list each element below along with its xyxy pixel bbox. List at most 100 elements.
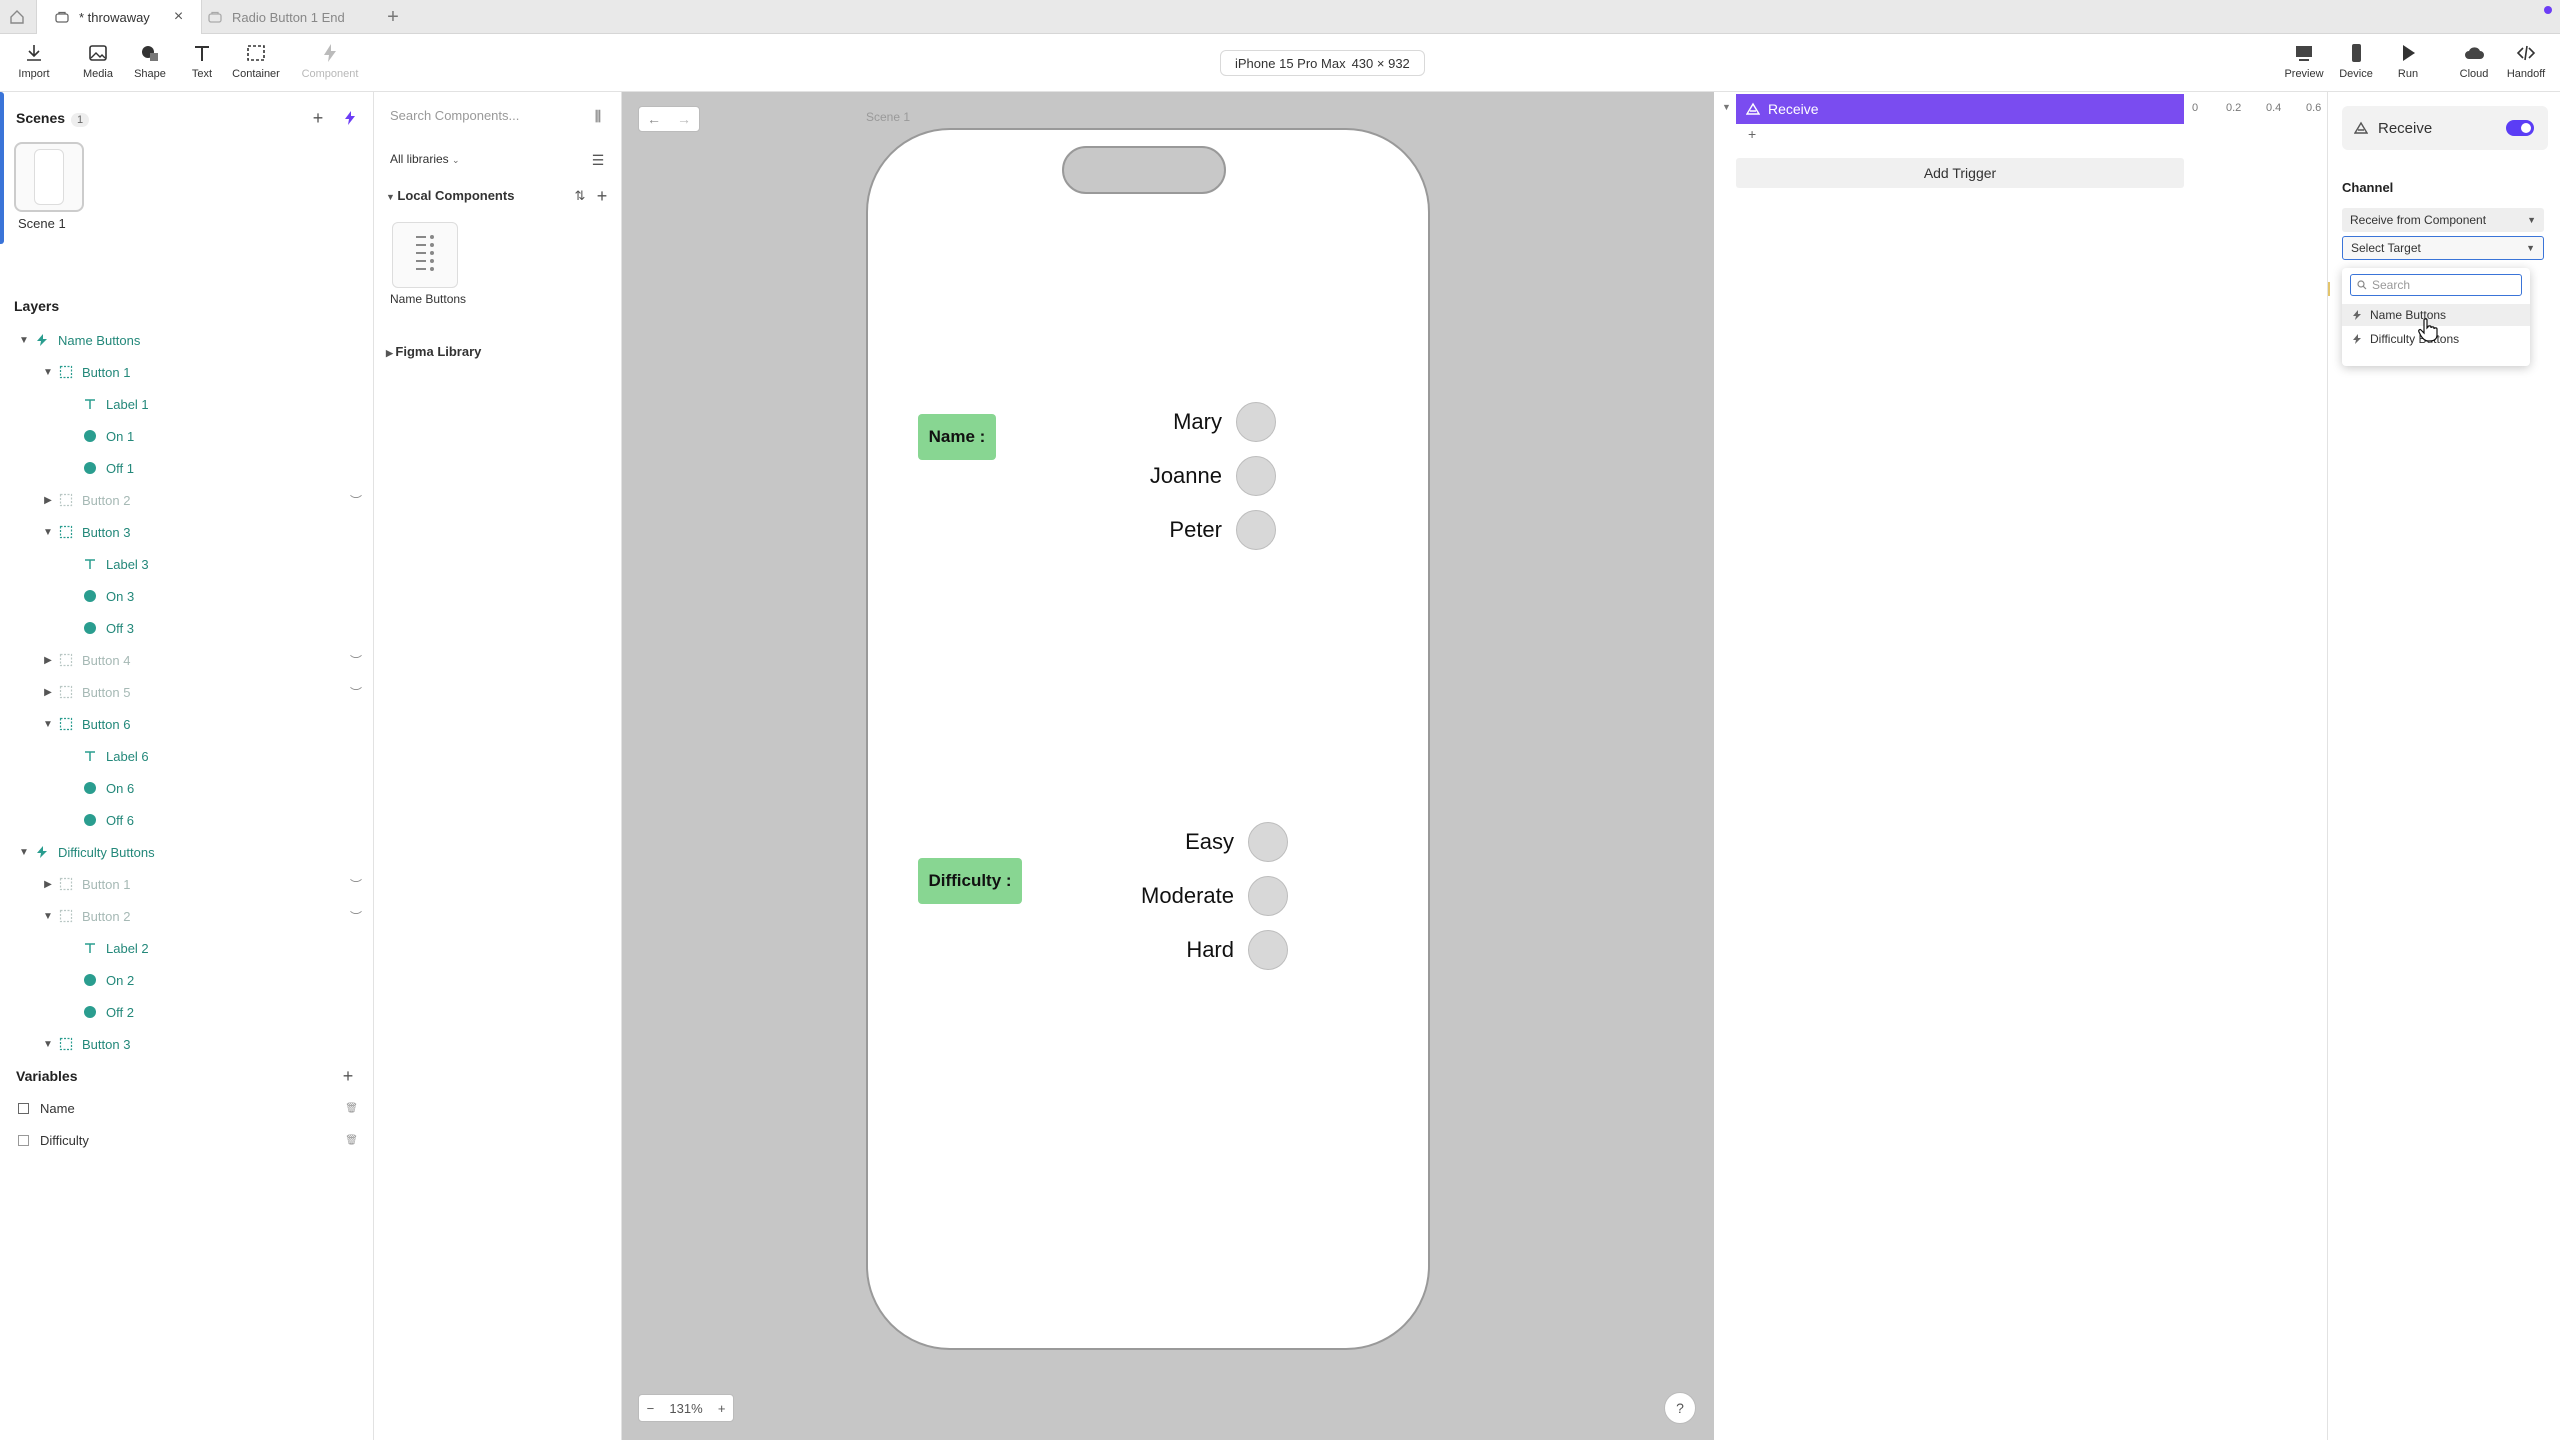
- layer-row[interactable]: ▼ Button 3: [0, 516, 374, 548]
- text-tool[interactable]: Text: [176, 42, 228, 80]
- name-option-row[interactable]: Peter: [1169, 510, 1276, 550]
- layer-row[interactable]: Off 1: [0, 452, 374, 484]
- layer-row[interactable]: ▼ Button 2 ︶: [0, 900, 374, 932]
- hidden-eye-icon[interactable]: ︶: [350, 492, 362, 509]
- layer-row[interactable]: On 6: [0, 772, 374, 804]
- preview-button[interactable]: Preview: [2278, 42, 2330, 80]
- import-tool[interactable]: Import: [8, 42, 60, 80]
- difficulty-option-row[interactable]: Hard: [1186, 930, 1288, 970]
- help-button[interactable]: ?: [1664, 1392, 1696, 1424]
- layer-row[interactable]: ▶ Button 4 ︶: [0, 644, 374, 676]
- shape-tool[interactable]: Shape: [124, 42, 176, 80]
- caret-down-icon[interactable]: ▼: [18, 847, 30, 858]
- tab-throwaway[interactable]: * throwaway ×: [36, 0, 203, 34]
- radio-button[interactable]: [1236, 510, 1276, 550]
- layer-row[interactable]: On 2: [0, 964, 374, 996]
- caret-down-icon[interactable]: ▼: [18, 335, 30, 346]
- add-scene-button[interactable]: +: [306, 106, 330, 130]
- target-select[interactable]: Select Target ▼: [2342, 236, 2544, 260]
- caret-right-icon[interactable]: ▶: [42, 495, 54, 506]
- layer-row[interactable]: On 3: [0, 580, 374, 612]
- zoom-out-icon[interactable]: −: [647, 1401, 655, 1416]
- scene-thumbnail[interactable]: [14, 142, 84, 212]
- scene-flow-button[interactable]: [338, 106, 362, 130]
- canvas[interactable]: ← → Scene 1 Name : Mary Joanne Peter Dif…: [622, 92, 1714, 1440]
- add-variable-button[interactable]: +: [336, 1064, 360, 1088]
- sort-icon[interactable]: ⇅: [568, 184, 592, 208]
- component-search-input[interactable]: Search Components...: [390, 108, 519, 123]
- layer-row[interactable]: Label 6: [0, 740, 374, 772]
- layer-row[interactable]: ▼ Button 3: [0, 1028, 374, 1060]
- layer-row[interactable]: On 1: [0, 420, 374, 452]
- dropdown-search-input[interactable]: Search: [2350, 274, 2522, 296]
- arrow-left-icon[interactable]: ←: [647, 111, 661, 127]
- layer-row[interactable]: Label 1: [0, 388, 374, 420]
- hidden-eye-icon[interactable]: ︶: [350, 876, 362, 893]
- media-tool[interactable]: Media: [72, 42, 124, 80]
- layer-row[interactable]: Label 2: [0, 932, 374, 964]
- layer-row[interactable]: ▼ Button 1: [0, 356, 374, 388]
- caret-right-icon[interactable]: ▶: [42, 655, 54, 666]
- component-thumbnail[interactable]: [392, 222, 458, 288]
- caret-down-icon[interactable]: ▼: [42, 527, 54, 538]
- zoom-level[interactable]: 131%: [669, 1401, 702, 1416]
- radio-button[interactable]: [1248, 876, 1288, 916]
- handoff-button[interactable]: Handoff: [2500, 42, 2552, 80]
- radio-button[interactable]: [1236, 402, 1276, 442]
- difficulty-option-row[interactable]: Moderate: [1141, 876, 1288, 916]
- layer-row[interactable]: ▶ Button 1 ︶: [0, 868, 374, 900]
- add-trigger-button[interactable]: Add Trigger: [1736, 158, 2184, 188]
- zoom-in-icon[interactable]: +: [718, 1401, 726, 1416]
- collapse-caret-icon[interactable]: ▼: [1722, 102, 1731, 112]
- name-label[interactable]: Name :: [918, 414, 996, 460]
- device-selector[interactable]: iPhone 15 Pro Max 430 × 932: [1220, 50, 1425, 76]
- layer-row[interactable]: Off 3: [0, 612, 374, 644]
- figma-library-header[interactable]: ▶ Figma Library: [386, 344, 481, 359]
- caret-down-icon[interactable]: ▼: [42, 911, 54, 922]
- layer-row[interactable]: ▼ Button 6: [0, 708, 374, 740]
- receive-trigger-row[interactable]: Receive: [1736, 94, 2184, 124]
- caret-right-icon[interactable]: ▶: [42, 879, 54, 890]
- phone-frame[interactable]: Name : Mary Joanne Peter Difficulty : Ea…: [866, 128, 1430, 1350]
- trash-icon[interactable]: 🗑: [345, 1103, 358, 1114]
- radio-button[interactable]: [1248, 822, 1288, 862]
- layer-row[interactable]: ▼ Name Buttons: [0, 324, 374, 356]
- channel-select[interactable]: Receive from Component ▼: [2342, 208, 2544, 232]
- device-button[interactable]: Device: [2330, 42, 2382, 80]
- add-response-icon[interactable]: +: [1748, 126, 1756, 142]
- layer-row[interactable]: ▶ Button 2 ︶: [0, 484, 374, 516]
- home-button[interactable]: [0, 0, 34, 34]
- library-filter[interactable]: All libraries ⌄: [390, 152, 460, 166]
- run-button[interactable]: Run: [2382, 42, 2434, 80]
- receive-toggle[interactable]: [2506, 120, 2534, 136]
- local-components-header[interactable]: ▼ Local Components: [386, 188, 514, 203]
- arrow-right-icon[interactable]: →: [677, 111, 691, 127]
- name-option-row[interactable]: Mary: [1173, 402, 1276, 442]
- new-tab-button[interactable]: +: [378, 0, 408, 34]
- caret-down-icon[interactable]: ▼: [42, 719, 54, 730]
- layer-row[interactable]: Label 3: [0, 548, 374, 580]
- layer-row[interactable]: Off 6: [0, 804, 374, 836]
- layer-row[interactable]: Off 2: [0, 996, 374, 1028]
- component-tool[interactable]: Component: [302, 42, 358, 80]
- layer-row[interactable]: ▶ Button 5 ︶: [0, 676, 374, 708]
- cloud-button[interactable]: Cloud: [2448, 42, 2500, 80]
- hidden-eye-icon[interactable]: ︶: [350, 908, 362, 925]
- container-tool[interactable]: Container: [230, 42, 282, 80]
- trash-icon[interactable]: 🗑: [345, 1135, 358, 1146]
- caret-down-icon[interactable]: ▼: [42, 1039, 54, 1050]
- name-option-row[interactable]: Joanne: [1150, 456, 1276, 496]
- caret-down-icon[interactable]: ▼: [42, 367, 54, 378]
- library-icon[interactable]: ⫼: [586, 104, 610, 128]
- close-tab-icon[interactable]: ×: [174, 8, 183, 26]
- tab-radio-button-1-end[interactable]: Radio Button 1 End: [190, 0, 363, 34]
- radio-button[interactable]: [1236, 456, 1276, 496]
- add-component-button[interactable]: +: [590, 184, 614, 208]
- hidden-eye-icon[interactable]: ︶: [350, 684, 362, 701]
- layer-row[interactable]: ▼ Difficulty Buttons: [0, 836, 374, 868]
- difficulty-option-row[interactable]: Easy: [1185, 822, 1288, 862]
- caret-right-icon[interactable]: ▶: [42, 687, 54, 698]
- list-view-icon[interactable]: ☰: [586, 148, 610, 172]
- variable-row[interactable]: Difficulty 🗑: [0, 1124, 374, 1156]
- variable-row[interactable]: Name 🗑: [0, 1092, 374, 1124]
